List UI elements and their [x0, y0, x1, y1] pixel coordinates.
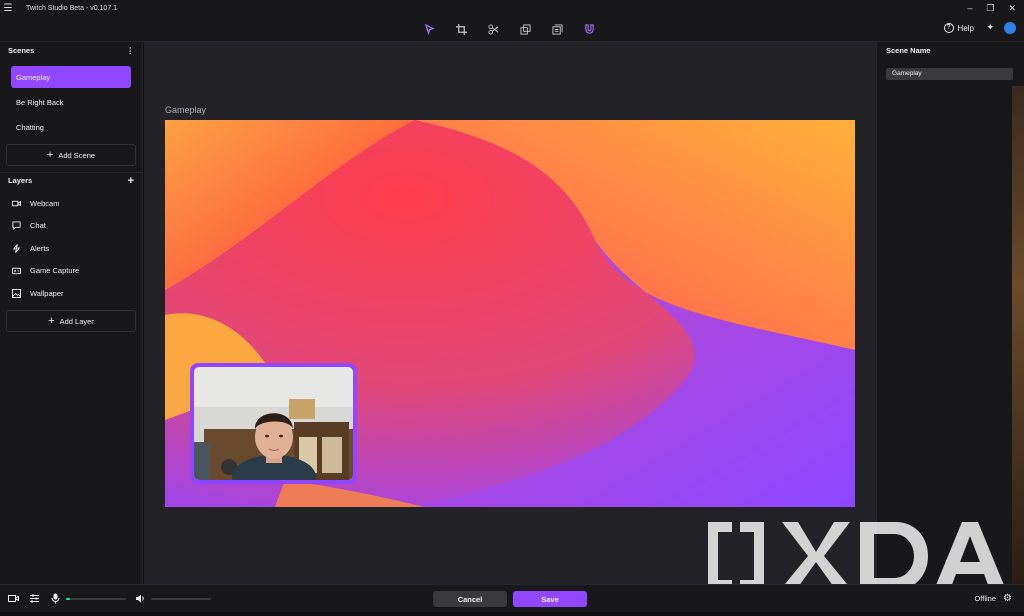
add-scene-label: Add Scene	[58, 151, 95, 160]
mixer-settings-icon[interactable]	[29, 593, 40, 604]
webcam-feed	[194, 367, 353, 480]
help-button[interactable]: ? Help	[944, 23, 974, 33]
layer-label: Wallpaper	[30, 289, 64, 298]
canvas-scene-label: Gameplay	[165, 105, 206, 115]
save-button[interactable]: Save	[513, 591, 587, 607]
left-panel: Scenes ⋮ Gameplay Be Right Back Chatting…	[0, 42, 143, 584]
title-bar: ☰ Twitch Studio Beta - v0.107.1 – ❐ ✕	[0, 0, 1024, 16]
add-layer-icon[interactable]: +	[128, 175, 134, 187]
scene-item-chatting[interactable]: Chatting	[11, 116, 131, 138]
more-options-icon[interactable]: ⋮	[127, 46, 135, 55]
add-scene-button[interactable]: + Add Scene	[6, 144, 136, 166]
layers-header: Layers +	[0, 172, 142, 188]
background-strip	[1012, 86, 1024, 584]
scene-item-gameplay[interactable]: Gameplay	[11, 66, 131, 88]
chat-icon	[12, 221, 21, 230]
layer-item-webcam[interactable]: Webcam	[0, 192, 142, 214]
mic-level-fill	[66, 598, 70, 600]
layer-label: Alerts	[30, 244, 49, 253]
minimize-icon[interactable]: –	[967, 3, 972, 13]
webcam-frame[interactable]	[190, 363, 357, 484]
plus-icon: +	[47, 150, 53, 161]
scene-item-be-right-back[interactable]: Be Right Back	[11, 91, 131, 113]
stream-status: Offline	[974, 594, 996, 603]
game-capture-icon	[12, 266, 21, 275]
layer-item-wallpaper[interactable]: Wallpaper	[0, 282, 142, 304]
app-title: Twitch Studio Beta - v0.107.1	[26, 5, 117, 12]
tool-group	[421, 21, 597, 37]
crop-tool-icon[interactable]	[453, 21, 469, 37]
scene-preview[interactable]	[165, 120, 855, 507]
layer-item-alerts[interactable]: Alerts	[0, 237, 142, 259]
scenes-title: Scenes	[8, 46, 34, 55]
scissors-icon[interactable]	[485, 21, 501, 37]
layers-stack-icon[interactable]	[549, 21, 565, 37]
help-icon: ?	[944, 23, 954, 33]
camera-icon	[12, 199, 21, 208]
alert-icon	[12, 244, 21, 253]
layer-label: Chat	[30, 221, 46, 230]
duplicate-icon[interactable]	[517, 21, 533, 37]
add-layer-label: Add Layer	[60, 317, 94, 326]
user-avatar[interactable]	[1004, 22, 1016, 34]
close-icon[interactable]: ✕	[1008, 3, 1016, 14]
hamburger-menu-icon[interactable]: ☰	[0, 3, 16, 14]
layer-item-chat[interactable]: Chat	[0, 215, 142, 237]
scene-name-label: Scene Name	[886, 46, 931, 55]
image-icon	[12, 289, 21, 298]
layer-item-game-capture[interactable]: Game Capture	[0, 260, 142, 282]
help-label: Help	[958, 24, 974, 33]
mic-volume-slider[interactable]	[66, 598, 126, 600]
window-controls: – ❐ ✕	[967, 0, 1016, 16]
cancel-button[interactable]: Cancel	[433, 591, 507, 607]
desktop-volume-slider[interactable]	[151, 598, 211, 600]
bottom-bar: Cancel Save Offline ⚙	[0, 584, 1024, 612]
editor-toolbar: ? Help ✦	[0, 16, 1024, 42]
layers-title: Layers	[8, 176, 32, 185]
layer-label: Webcam	[30, 199, 59, 208]
scenes-header: Scenes ⋮	[0, 42, 142, 58]
sparkle-icon[interactable]: ✦	[986, 22, 994, 33]
layer-list: Webcam Chat Alerts Game Capture Wallpape…	[0, 192, 142, 304]
scene-list: Gameplay Be Right Back Chatting	[0, 66, 142, 138]
add-layer-button[interactable]: + Add Layer	[6, 310, 136, 332]
canvas-area: Gameplay	[144, 42, 876, 584]
layer-label: Game Capture	[30, 266, 79, 275]
microphone-icon[interactable]	[50, 593, 61, 604]
camera-icon[interactable]	[8, 593, 19, 604]
speaker-icon[interactable]	[135, 593, 146, 604]
properties-panel: Scene Name Gameplay	[876, 42, 1024, 584]
magnet-icon[interactable]	[581, 21, 597, 37]
scene-name-input[interactable]: Gameplay	[886, 68, 1013, 80]
restore-icon[interactable]: ❐	[986, 3, 994, 14]
plus-icon: +	[48, 316, 54, 327]
gear-icon[interactable]: ⚙	[1003, 593, 1012, 604]
select-tool-icon[interactable]	[421, 21, 437, 37]
